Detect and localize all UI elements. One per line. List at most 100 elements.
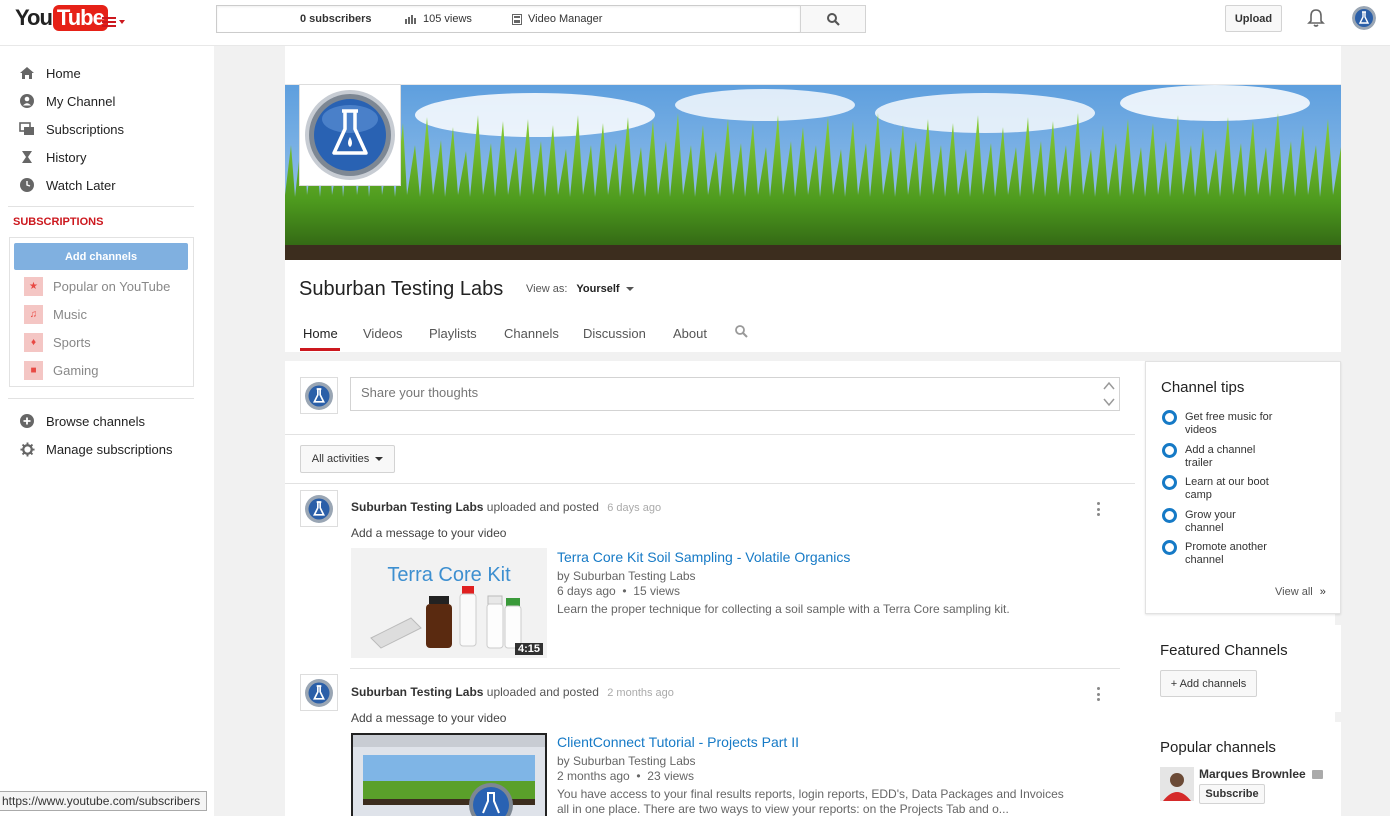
logo-tube: Tube — [52, 5, 108, 31]
youtube-logo[interactable]: You Tube — [15, 5, 108, 31]
tab-about[interactable]: About — [673, 326, 707, 341]
upload-button[interactable]: Upload — [1225, 5, 1282, 32]
sidebar-item-label: Browse channels — [46, 413, 145, 429]
video-byline[interactable]: by Suburban Testing Labs — [557, 569, 696, 583]
tab-videos[interactable]: Videos — [363, 326, 403, 341]
video-stats: 6 days ago • 15 views — [557, 584, 680, 598]
subscription-item-popular[interactable]: ★ Popular on YouTube — [24, 276, 170, 296]
video-byline[interactable]: by Suburban Testing Labs — [557, 754, 696, 768]
post-header: Suburban Testing Labs uploaded and poste… — [351, 685, 674, 699]
sidebar-divider — [8, 398, 194, 399]
flask-logo-icon — [305, 381, 333, 410]
subscribe-button[interactable]: Subscribe — [1199, 784, 1265, 804]
subscription-item-gaming[interactable]: ■ Gaming — [24, 360, 99, 380]
post-avatar[interactable] — [300, 674, 338, 711]
tab-channels[interactable]: Channels — [504, 326, 559, 341]
gear-icon — [19, 441, 35, 457]
popular-channel-name[interactable]: Marques Brownlee — [1199, 767, 1323, 781]
grass-banner-image — [285, 85, 1341, 260]
tab-discussion[interactable]: Discussion — [583, 326, 646, 341]
double-chevron-right-icon: » — [1319, 586, 1326, 598]
popular-channel-avatar[interactable] — [1160, 767, 1194, 801]
channel-search-button[interactable] — [735, 325, 748, 341]
share-thoughts-input[interactable]: Share your thoughts — [350, 377, 1120, 411]
sidebar-item-home[interactable]: Home — [18, 63, 81, 83]
video-thumbnail[interactable]: Terra Core Kit 4:15 — [351, 548, 547, 658]
post-time: 6 days ago — [607, 502, 662, 514]
subscription-item-sports[interactable]: ♦ Sports — [24, 332, 91, 352]
post-author[interactable]: Suburban Testing Labs — [351, 500, 483, 514]
tab-home[interactable]: Home — [303, 326, 338, 341]
feed-divider — [350, 668, 1120, 669]
sidebar-divider — [8, 206, 194, 207]
subscriber-count: 0 subscribers — [300, 13, 372, 25]
video-manager-label: Video Manager — [528, 13, 603, 25]
post-action: uploaded and posted — [486, 685, 599, 699]
caret-down-icon — [375, 457, 384, 461]
view-count[interactable]: 105 views — [405, 13, 472, 25]
subscription-label: Sports — [53, 334, 91, 350]
popular-channels-card: Popular channels Marques Brownlee Subscr… — [1145, 722, 1341, 816]
flask-logo-icon — [305, 678, 333, 707]
bar-chart-icon — [405, 15, 416, 24]
share-avatar — [300, 377, 338, 414]
video-manager-link[interactable]: Video Manager — [512, 13, 602, 25]
post-avatar[interactable] — [300, 490, 338, 527]
all-activities-dropdown[interactable]: All activities — [300, 445, 395, 473]
post-message[interactable]: Add a message to your video — [351, 711, 506, 725]
video-title-link[interactable]: ClientConnect Tutorial - Projects Part I… — [557, 734, 799, 750]
sidebar-item-subscriptions[interactable]: Subscriptions — [18, 119, 124, 139]
post-menu-button[interactable] — [1097, 502, 1101, 516]
logo-you: You — [15, 5, 53, 30]
channel-tips-card: Channel tips Get free music for videos A… — [1145, 361, 1341, 614]
person-icon — [20, 94, 34, 108]
video-title-link[interactable]: Terra Core Kit Soil Sampling - Volatile … — [557, 549, 850, 565]
sidebar-item-browse-channels[interactable]: Browse channels — [18, 411, 145, 431]
subscription-item-music[interactable]: ♫ Music — [24, 304, 87, 324]
active-tab-indicator — [300, 348, 340, 351]
post-time: 2 months ago — [607, 687, 674, 699]
notifications-button[interactable] — [1305, 7, 1327, 29]
tip-item[interactable]: Add a channel trailer — [1162, 443, 1272, 470]
add-channels-button[interactable]: Add channels — [14, 243, 188, 270]
home-icon — [20, 67, 34, 79]
tip-item[interactable]: Learn at our boot camp — [1162, 475, 1272, 502]
share-box-scrollbar[interactable] — [1101, 379, 1117, 409]
post-author[interactable]: Suburban Testing Labs — [351, 685, 483, 699]
tip-item[interactable]: Get free music for videos — [1162, 410, 1282, 437]
sampling-kit-image — [370, 586, 522, 649]
post-message[interactable]: Add a message to your video — [351, 526, 506, 540]
tab-playlists[interactable]: Playlists — [429, 326, 477, 341]
tip-item[interactable]: Promote another channel — [1162, 540, 1292, 567]
account-avatar[interactable] — [1352, 6, 1376, 30]
tip-label: Grow your channel — [1185, 509, 1236, 534]
view-all-link[interactable]: View all » — [1275, 586, 1326, 598]
sidebar-item-history[interactable]: History — [18, 147, 86, 167]
channel-icon[interactable] — [299, 84, 401, 186]
view-as-selector[interactable]: View as: Yourself — [526, 283, 634, 295]
circle-icon — [1162, 475, 1177, 490]
video-age: 6 days ago — [557, 584, 616, 598]
sidebar-item-label: Watch Later — [46, 177, 116, 193]
sidebar-item-manage-subscriptions[interactable]: Manage subscriptions — [18, 439, 172, 459]
video-duration: 4:15 — [514, 643, 543, 655]
sidebar-item-label: History — [46, 149, 87, 165]
search-button[interactable] — [800, 5, 866, 33]
sidebar-item-label: Manage subscriptions — [46, 441, 173, 457]
sidebar-item-my-channel[interactable]: My Channel — [18, 91, 115, 111]
search-icon — [735, 325, 748, 338]
guide-menu-button[interactable] — [102, 13, 128, 31]
video-thumbnail[interactable] — [351, 733, 547, 816]
add-featured-channels-button[interactable]: + Add channels — [1160, 670, 1257, 697]
video-description: Learn the proper technique for collectin… — [557, 602, 1010, 616]
featured-channels-title: Featured Channels — [1160, 642, 1288, 659]
subscription-label: Popular on YouTube — [53, 278, 171, 294]
sidebar-item-label: Home — [46, 65, 81, 81]
masthead: You Tube Upload — [0, 0, 1390, 46]
clock-icon — [20, 178, 34, 192]
sidebar-item-watch-later[interactable]: Watch Later — [18, 175, 116, 195]
feed-divider — [285, 483, 1135, 484]
star-icon: ★ — [24, 276, 43, 296]
post-menu-button[interactable] — [1097, 687, 1101, 701]
tip-item[interactable]: Grow your channel — [1162, 508, 1262, 535]
